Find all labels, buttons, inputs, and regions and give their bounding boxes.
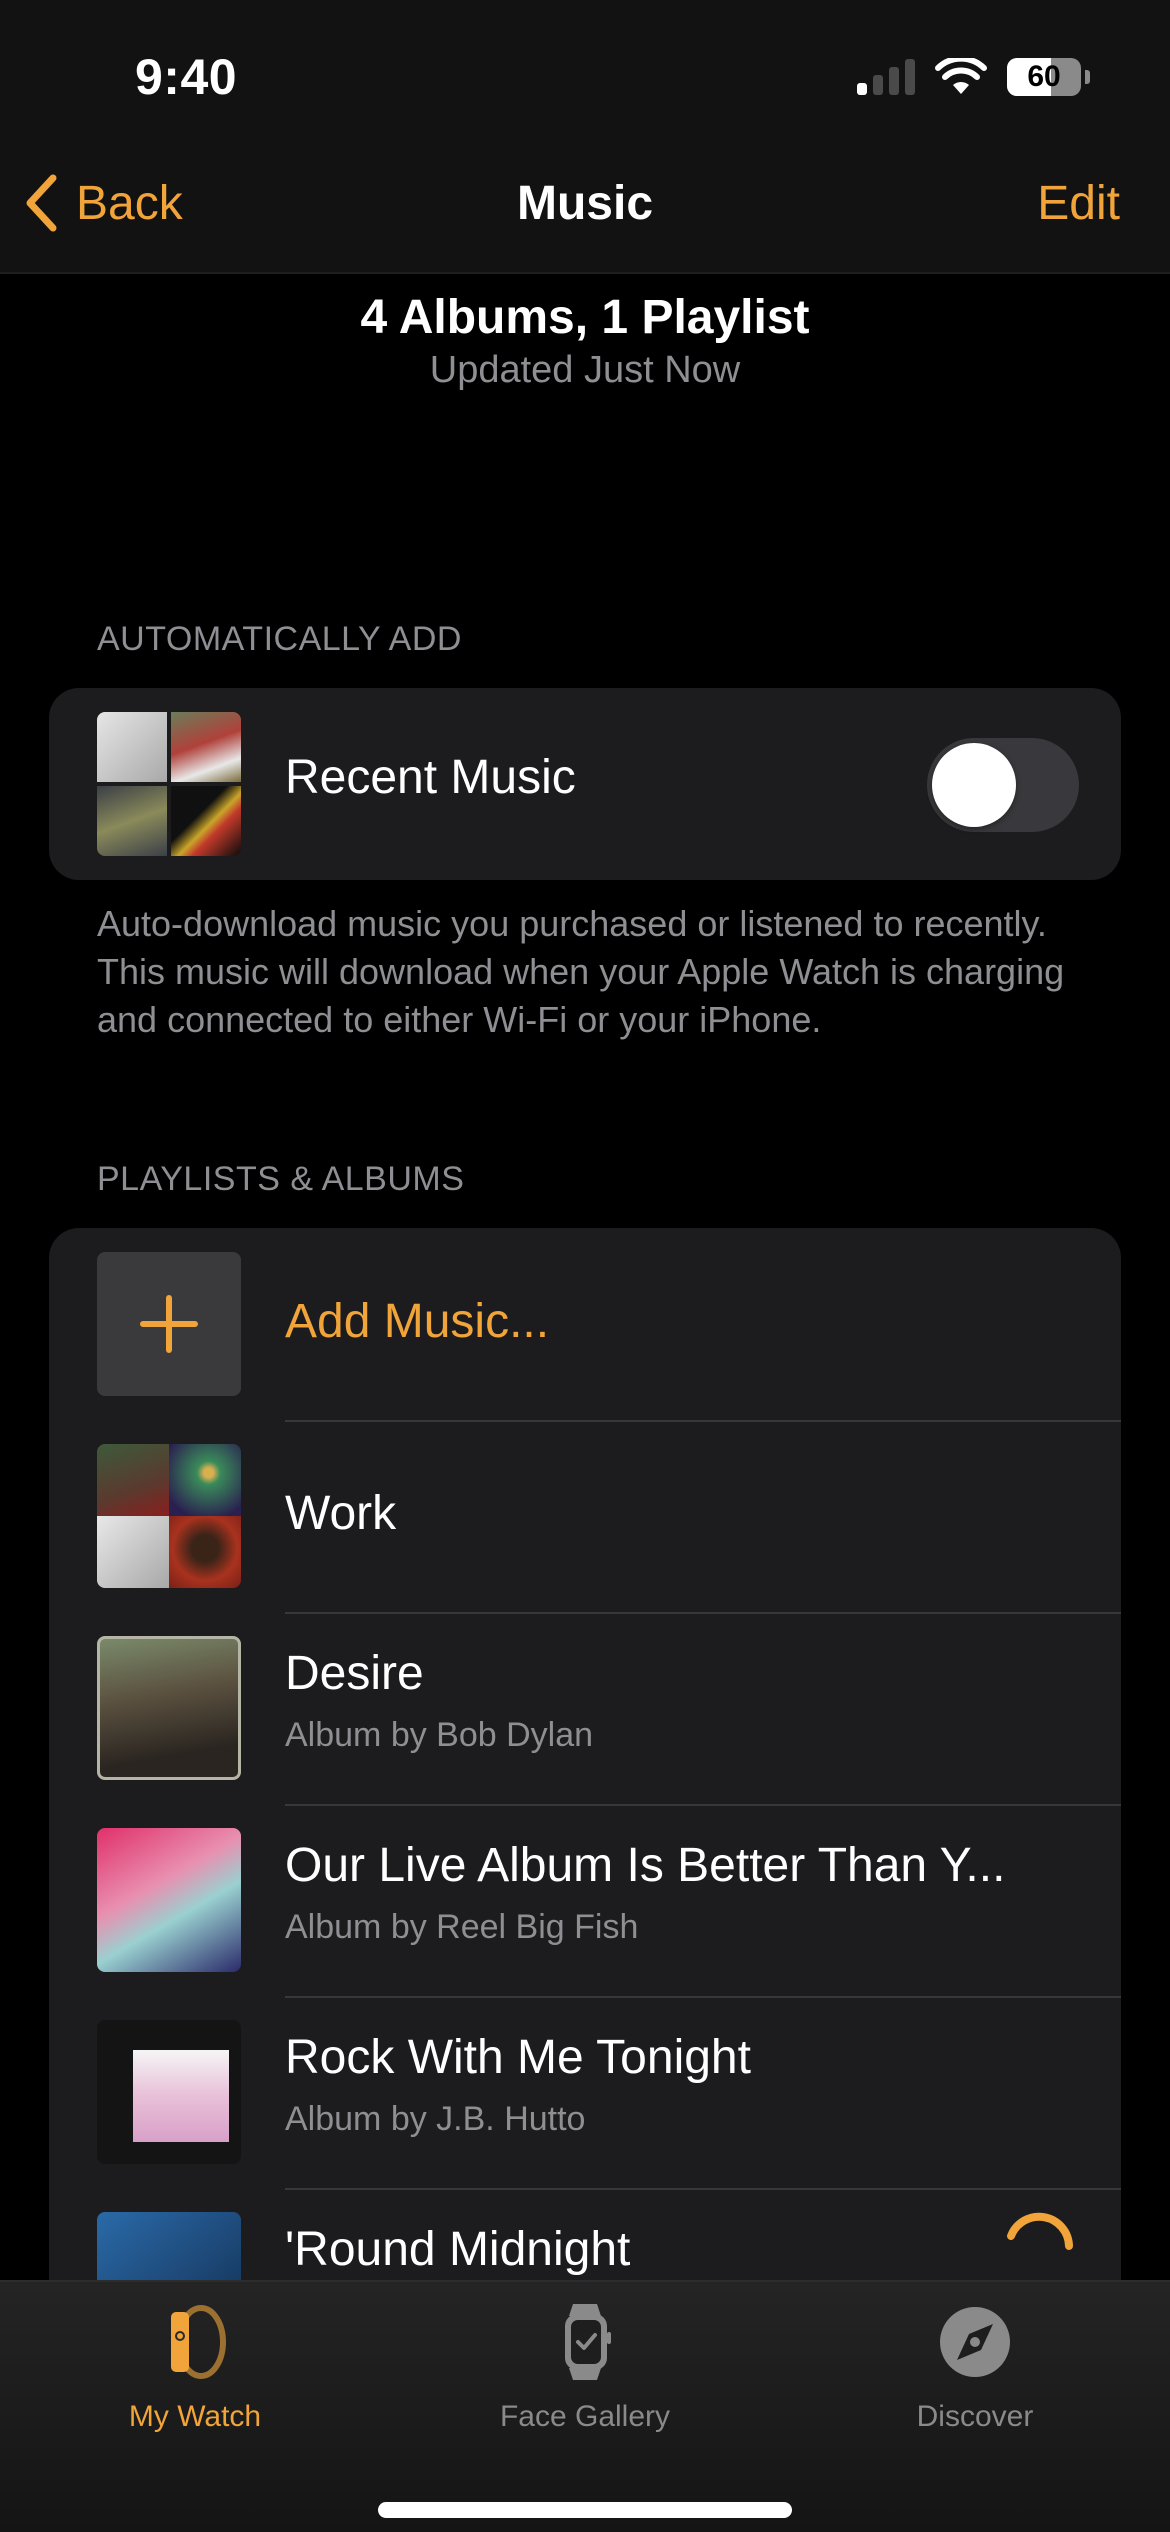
artwork-tile	[97, 786, 167, 856]
watch-face-icon	[565, 2304, 611, 2380]
signal-bar	[873, 75, 883, 95]
tab-label: My Watch	[128, 2400, 262, 2433]
library-summary: 4 Albums, 1 Playlist Updated Just Now	[0, 290, 1170, 392]
download-progress-icon	[1007, 2212, 1073, 2250]
recent-music-card: Recent Music	[49, 688, 1121, 880]
toggle-knob	[932, 743, 1016, 827]
signal-bar	[889, 67, 899, 95]
item-title: Our Live Album Is Better Than Y...	[285, 1839, 1006, 1892]
battery-level: 60	[1027, 60, 1061, 93]
status-icons: 60	[857, 58, 1090, 96]
artwork-tile	[169, 1516, 241, 1588]
signal-bar	[857, 83, 867, 95]
page-title: Music	[516, 177, 654, 230]
item-subtitle: Album by Bob Dylan	[285, 1716, 594, 1754]
artwork-tile	[171, 712, 241, 782]
item-subtitle: Album by Reel Big Fish	[285, 1908, 639, 1946]
artwork-tile	[171, 786, 241, 856]
summary-title: 4 Albums, 1 Playlist	[360, 291, 810, 344]
playlists-albums-list: Add Music... Work Desire Album by Bob Dy…	[49, 1228, 1121, 2368]
watch-side-icon	[171, 2305, 226, 2379]
add-tile	[97, 1252, 241, 1396]
tab-discover[interactable]: Discover	[825, 2302, 1125, 2434]
album-artwork	[97, 1828, 241, 1972]
artwork-tile	[97, 1444, 169, 1516]
list-item-our-live-album[interactable]: Our Live Album Is Better Than Y... Album…	[49, 1804, 1121, 1996]
cellular-signal-icon	[857, 59, 915, 95]
item-title: Work	[285, 1487, 397, 1540]
item-title: Desire	[285, 1647, 424, 1700]
battery-icon: 60	[1007, 58, 1081, 96]
edit-button[interactable]: Edit	[1037, 176, 1120, 231]
tab-face-gallery[interactable]: Face Gallery	[435, 2302, 735, 2434]
artwork-tile	[97, 712, 167, 782]
tab-bar: My Watch Face Gallery Discover	[0, 2280, 1170, 2532]
list-item-rock-with-me-tonight[interactable]: Rock With Me Tonight Album by J.B. Hutto	[49, 1996, 1121, 2188]
add-music-label: Add Music...	[285, 1295, 550, 1348]
tab-label: Discover	[916, 2400, 1034, 2433]
row-separator	[285, 1996, 1121, 1998]
recent-music-label: Recent Music	[285, 751, 576, 804]
wifi-icon	[935, 58, 987, 94]
add-music-button[interactable]: Add Music...	[49, 1228, 1121, 1420]
section-header-playlists-albums: PLAYLISTS & ALBUMS	[97, 1160, 465, 1198]
auto-add-footnote: Auto-download music you purchased or lis…	[97, 903, 1065, 1040]
item-title: 'Round Midnight	[285, 2223, 631, 2276]
signal-bar	[905, 59, 915, 95]
status-time: 9:40	[135, 49, 238, 105]
playlist-artwork	[97, 1444, 241, 1588]
row-separator	[285, 1612, 1121, 1614]
home-indicator[interactable]	[378, 2502, 792, 2518]
summary-subtitle: Updated Just Now	[429, 349, 741, 391]
album-artwork-photo	[133, 2050, 229, 2142]
row-separator	[285, 1420, 1121, 1422]
compass-icon	[940, 2307, 1010, 2377]
row-separator	[285, 1804, 1121, 1806]
tab-my-watch[interactable]: My Watch	[45, 2302, 345, 2434]
item-subtitle: Album by J.B. Hutto	[285, 2100, 586, 2138]
navigation-bar: Back Music Edit	[0, 170, 1170, 244]
section-header-automatically-add: AUTOMATICALLY ADD	[97, 620, 462, 658]
album-artwork	[97, 1636, 241, 1780]
item-title: Rock With Me Tonight	[285, 2031, 751, 2084]
list-item-desire[interactable]: Desire Album by Bob Dylan	[49, 1612, 1121, 1804]
battery-cap	[1085, 70, 1090, 84]
artwork-tile	[97, 1516, 169, 1588]
list-item-work[interactable]: Work	[49, 1420, 1121, 1612]
tab-label: Face Gallery	[499, 2400, 671, 2433]
recent-music-artwork	[97, 712, 241, 856]
artwork-tile	[169, 1444, 241, 1516]
plus-icon	[140, 1295, 198, 1353]
top-bar: 9:40 60 Back Music Edit	[0, 0, 1170, 274]
recent-music-toggle[interactable]	[927, 738, 1079, 832]
album-artwork	[97, 2020, 241, 2164]
row-separator	[285, 2188, 1121, 2190]
